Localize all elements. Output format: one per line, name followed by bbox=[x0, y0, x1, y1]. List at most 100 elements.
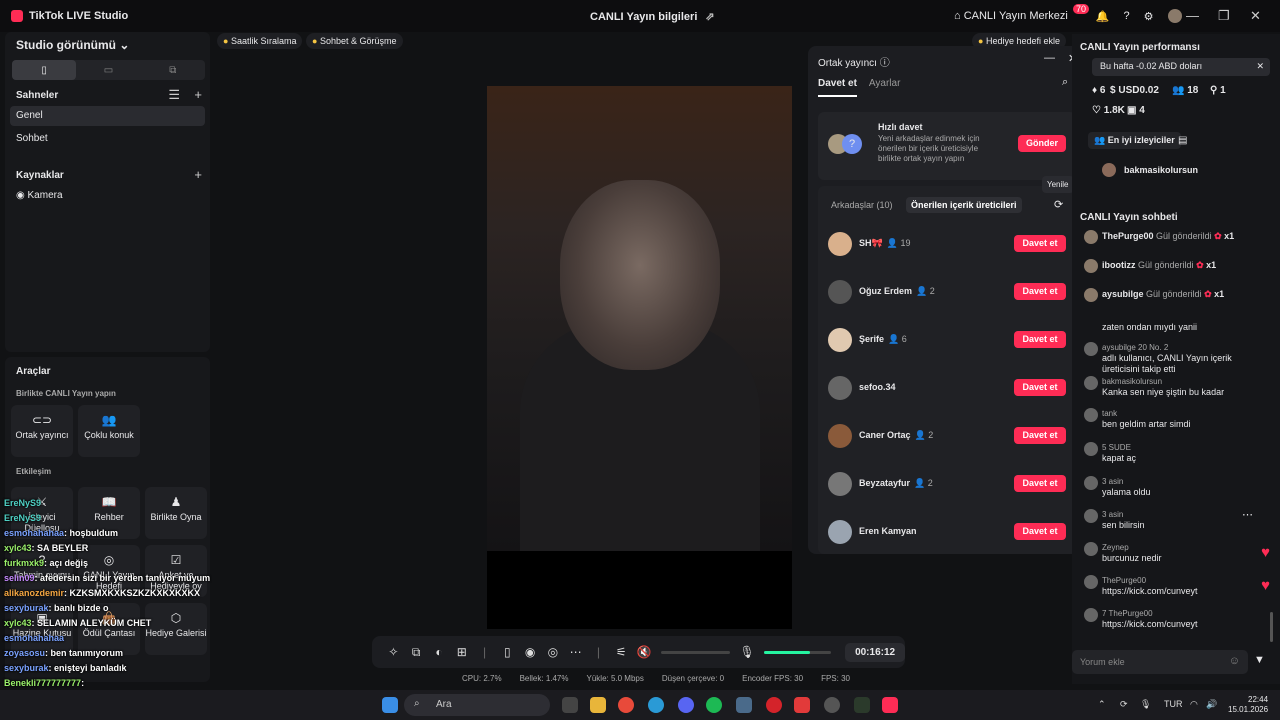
microphone-icon[interactable]: 🎙 bbox=[1140, 699, 1151, 710]
discord-icon[interactable] bbox=[678, 697, 694, 713]
invite-button[interactable]: Davet et bbox=[1014, 427, 1066, 444]
camera-switch-icon[interactable]: ◎ bbox=[541, 645, 564, 659]
edge-icon[interactable] bbox=[648, 697, 664, 713]
settings-sliders-icon[interactable]: ⚟ bbox=[610, 645, 633, 659]
opera-icon[interactable] bbox=[766, 697, 782, 713]
chevron-up-icon[interactable]: ⌃ bbox=[1098, 699, 1106, 710]
chrome-icon[interactable] bbox=[618, 697, 634, 713]
top-viewers-tab[interactable]: 👥 En iyi izleyiciler bbox=[1088, 132, 1181, 149]
invite-button[interactable]: Davet et bbox=[1014, 283, 1066, 300]
scene-item[interactable]: Genel bbox=[10, 106, 205, 126]
creator-name: Oğuz Erdem 👤 2 bbox=[859, 286, 935, 297]
network-icon[interactable]: ⟳ bbox=[1120, 699, 1128, 710]
avatar bbox=[828, 472, 852, 496]
heart-icon[interactable]: ♥ bbox=[1261, 577, 1270, 594]
list-icon[interactable]: ▤ bbox=[1178, 135, 1187, 146]
invite-button[interactable]: Davet et bbox=[1014, 331, 1066, 348]
app-icon[interactable] bbox=[794, 697, 810, 713]
scene-item[interactable]: Sohbet bbox=[10, 129, 205, 149]
windows-start-icon[interactable] bbox=[382, 697, 398, 713]
magic-icon[interactable]: ✧ bbox=[382, 645, 405, 659]
search-icon: ⌕ bbox=[414, 698, 420, 709]
help-icon[interactable]: ⓘ bbox=[880, 58, 890, 69]
spotify-icon[interactable] bbox=[706, 697, 722, 713]
avatar bbox=[828, 280, 852, 304]
portrait-icon[interactable]: ▯ bbox=[12, 60, 77, 80]
heart-icon[interactable]: ♥ bbox=[1261, 544, 1270, 561]
language-indicator[interactable]: TUR bbox=[1164, 699, 1183, 709]
bell-icon[interactable]: 🔔 bbox=[1096, 10, 1110, 23]
overlay-username: zoyasosu bbox=[4, 648, 46, 658]
send-button[interactable]: Gönder bbox=[1018, 135, 1066, 152]
add-source-icon[interactable]: + bbox=[194, 167, 202, 182]
creator-row: sefoo.34 Davet et bbox=[828, 374, 1066, 402]
avatar bbox=[1084, 442, 1098, 456]
close-button[interactable]: ✕ bbox=[1250, 8, 1261, 24]
mic-volume-slider[interactable] bbox=[764, 650, 832, 654]
live-info-button[interactable]: CANLI Yayın bilgileri ⇗ bbox=[590, 10, 715, 23]
filter-icon[interactable]: ◐ bbox=[428, 645, 451, 659]
hourly-ranking-chip[interactable]: ● Saatlik Sıralama bbox=[217, 33, 303, 49]
invite-button[interactable]: Davet et bbox=[1014, 475, 1066, 492]
creator-row: Şerife 👤 6 Davet et bbox=[828, 326, 1066, 354]
wifi-icon[interactable]: ◠ bbox=[1190, 699, 1198, 710]
source-item-camera[interactable]: ◉ Kamera bbox=[10, 186, 205, 206]
overlay-chat-line: Benekli777777777: bbox=[4, 678, 84, 688]
maximize-button[interactable]: ❐ bbox=[1218, 8, 1230, 24]
help-icon[interactable]: ? bbox=[1124, 10, 1130, 22]
steam-icon[interactable] bbox=[736, 697, 752, 713]
add-scene-icon[interactable]: + bbox=[194, 87, 202, 102]
search-icon[interactable]: ⌕ bbox=[1062, 76, 1068, 89]
filter-icon[interactable]: ▼ bbox=[1254, 654, 1265, 666]
gift-user: ibootizz bbox=[1102, 260, 1136, 270]
live-center-button[interactable]: ⌂ CANLI Yayın Merkezi bbox=[954, 10, 1068, 22]
list-icon[interactable]: ☰ bbox=[168, 87, 180, 103]
cohost-tool-button[interactable]: ⊂⊃ Ortak yayıncı bbox=[11, 405, 73, 457]
minimize-panel-icon[interactable]: — bbox=[1044, 52, 1055, 64]
creator-label: Oğuz Erdem bbox=[859, 286, 913, 296]
avatar bbox=[1084, 376, 1098, 390]
app-icon[interactable] bbox=[824, 697, 840, 713]
stat-cpu: CPU: 2.7% bbox=[462, 674, 502, 683]
tab-settings[interactable]: Ayarlar bbox=[869, 78, 901, 97]
speaker-mute-icon[interactable]: 🔇 bbox=[633, 645, 656, 659]
effects-icon[interactable]: ⧉ bbox=[405, 645, 428, 660]
creator-label: Eren Kamyan bbox=[859, 526, 917, 536]
chat-scrollbar[interactable] bbox=[1270, 612, 1273, 642]
chat-text: https://kick.com/cunveyt bbox=[1102, 586, 1198, 596]
taskbar-search[interactable]: ⌕ Ara bbox=[404, 694, 550, 716]
emoji-icon[interactable]: ☺ bbox=[1229, 655, 1240, 667]
invite-button[interactable]: Davet et bbox=[1014, 379, 1066, 396]
chat-chip[interactable]: ● Sohbet & Görüşme bbox=[306, 33, 403, 49]
file-explorer-icon[interactable] bbox=[590, 697, 606, 713]
close-icon[interactable]: ✕ bbox=[1256, 61, 1264, 72]
layout-icon[interactable]: ⧉ bbox=[141, 60, 205, 80]
microphone-icon[interactable]: 🎙 bbox=[736, 645, 759, 659]
landscape-icon[interactable]: ▭ bbox=[76, 60, 140, 80]
avatar[interactable] bbox=[1167, 9, 1182, 23]
invite-button[interactable]: Davet et bbox=[1014, 235, 1066, 252]
gear-icon[interactable]: ⚙ bbox=[1144, 10, 1154, 23]
refresh-icon[interactable]: ⟳ bbox=[1054, 198, 1063, 211]
creator-name: Eren Kamyan bbox=[859, 526, 917, 536]
clock[interactable]: 22:44 15.01.2026 bbox=[1228, 695, 1268, 715]
more-icon[interactable]: ⋯ bbox=[1242, 508, 1253, 521]
more-icon[interactable]: ⋯ bbox=[564, 645, 587, 659]
app-icon[interactable] bbox=[854, 697, 870, 713]
speaker-volume-slider[interactable] bbox=[661, 650, 730, 654]
multi-guest-tool-button[interactable]: 👥 Çoklu konuk bbox=[78, 405, 140, 457]
tab-invite[interactable]: Davet et bbox=[818, 78, 857, 97]
volume-icon[interactable]: 🔊 bbox=[1206, 699, 1217, 710]
add-icon[interactable]: ⊞ bbox=[450, 645, 473, 659]
studio-view-dropdown[interactable]: Studio görünümü ⌄ bbox=[16, 38, 129, 52]
stat-shares: ▣ 4 bbox=[1127, 105, 1145, 116]
minimize-button[interactable]: — bbox=[1186, 8, 1199, 23]
record-icon[interactable]: ◉ bbox=[519, 645, 542, 659]
phone-icon[interactable]: ▯ bbox=[496, 645, 519, 659]
tab-suggested[interactable]: Önerilen içerik üreticileri bbox=[906, 197, 1022, 213]
tab-friends[interactable]: Arkadaşlar (10) bbox=[831, 200, 893, 210]
invite-button[interactable]: Davet et bbox=[1014, 523, 1066, 540]
task-view-icon[interactable] bbox=[562, 697, 578, 713]
comment-input[interactable]: Yorum ekle ☺ bbox=[1072, 650, 1248, 674]
tiktok-studio-icon[interactable] bbox=[882, 697, 898, 713]
